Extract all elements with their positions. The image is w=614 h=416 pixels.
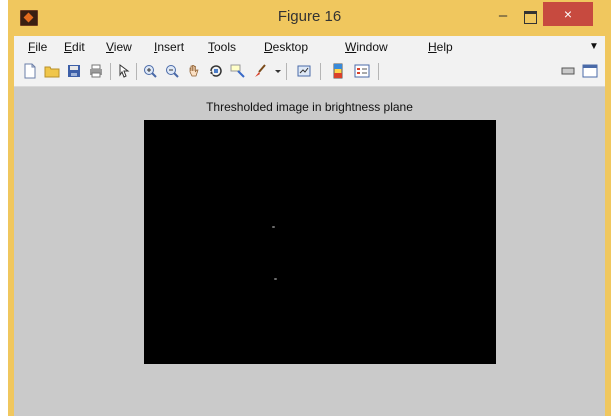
pan-hand-icon[interactable] xyxy=(186,63,202,79)
title-bar[interactable]: Figure 16 – × xyxy=(8,0,611,36)
axes-title: Thresholded image in brightness plane xyxy=(206,100,413,114)
menu-view[interactable]: View xyxy=(106,40,132,54)
brush-icon[interactable] xyxy=(252,63,268,79)
rotate-3d-icon[interactable] xyxy=(208,63,224,79)
colorbar-icon[interactable] xyxy=(330,63,346,79)
close-button[interactable]: × xyxy=(543,2,593,26)
maximize-button[interactable] xyxy=(521,7,539,25)
figure-toolbar xyxy=(14,58,605,87)
print-icon[interactable] xyxy=(88,63,104,79)
menu-file[interactable]: File xyxy=(28,40,47,54)
dropdown-arrow-icon[interactable] xyxy=(270,63,281,79)
zoom-in-icon[interactable] xyxy=(142,63,158,79)
zoom-out-icon[interactable] xyxy=(164,63,180,79)
toolbar-separator xyxy=(136,63,137,80)
link-plot-icon[interactable] xyxy=(296,63,312,79)
toolbar-separator xyxy=(320,63,321,80)
minimize-button[interactable]: – xyxy=(493,8,513,24)
menu-insert[interactable]: Insert xyxy=(154,40,184,54)
menu-tools[interactable]: Tools xyxy=(208,40,236,54)
menu-window[interactable]: Window xyxy=(345,40,388,54)
data-cursor-icon[interactable] xyxy=(230,63,246,79)
edit-plot-arrow-icon[interactable] xyxy=(116,63,132,79)
image-speck xyxy=(274,278,277,280)
save-icon[interactable] xyxy=(66,63,82,79)
thresholded-image-axes[interactable] xyxy=(144,120,496,364)
legend-icon[interactable] xyxy=(354,63,370,79)
hide-plot-tools-icon[interactable] xyxy=(560,63,576,79)
toolbar-separator xyxy=(110,63,111,80)
figure-client-area: File Edit View Insert Tools Desktop Wind… xyxy=(14,36,605,416)
show-plot-tools-icon[interactable] xyxy=(582,63,598,79)
menu-desktop[interactable]: Desktop xyxy=(264,40,308,54)
open-file-icon[interactable] xyxy=(44,63,60,79)
figure-window: Figure 16 – × File Edit View Insert Tool… xyxy=(8,0,611,416)
menu-bar: File Edit View Insert Tools Desktop Wind… xyxy=(14,36,605,58)
chevron-icon[interactable]: ▼ xyxy=(589,41,599,52)
toolbar-separator xyxy=(286,63,287,80)
toolbar-separator xyxy=(378,63,379,80)
menu-edit[interactable]: Edit xyxy=(64,40,85,54)
new-figure-icon[interactable] xyxy=(22,63,38,79)
menu-help[interactable]: Help xyxy=(428,40,453,54)
image-speck xyxy=(272,226,275,228)
